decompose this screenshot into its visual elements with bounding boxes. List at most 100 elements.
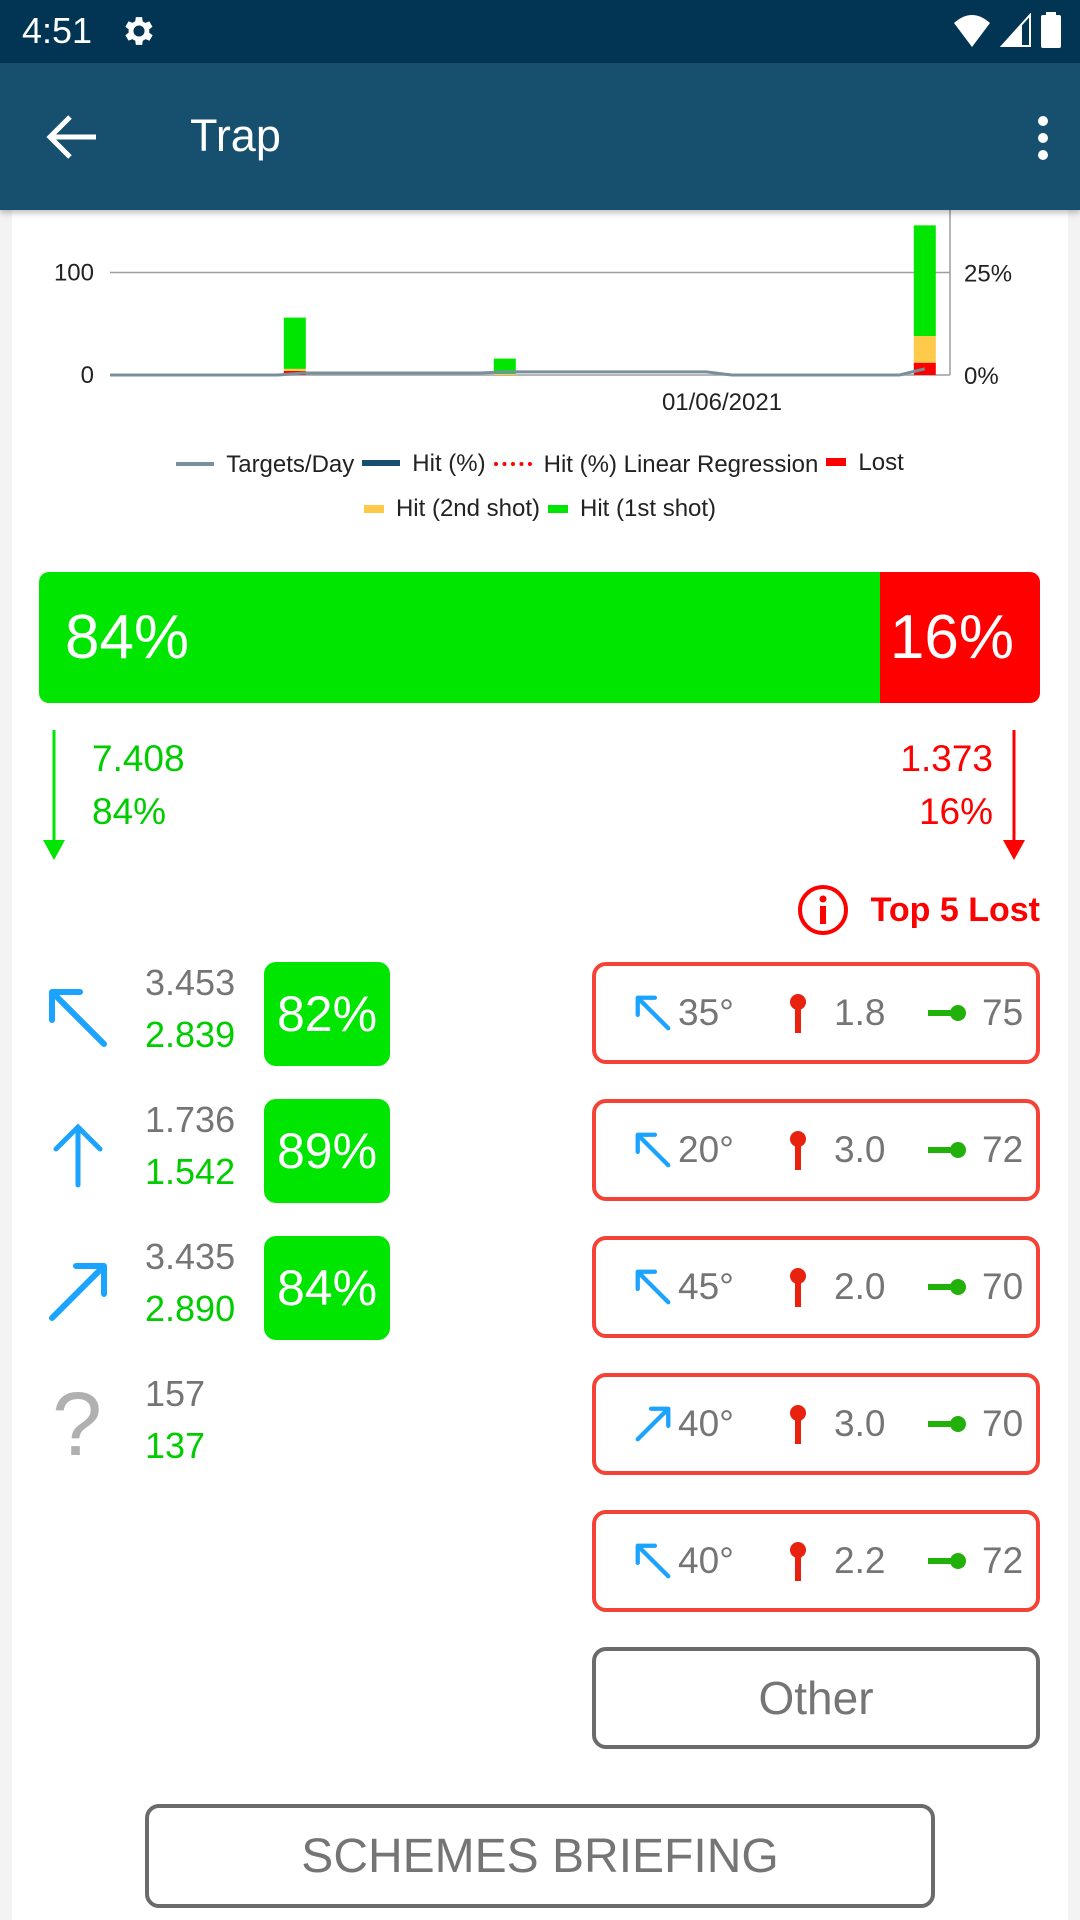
lost-distance: 2.2 [834,1540,886,1581]
direction-total: 157 [145,1373,206,1414]
bar-segment-hit-1st [913,225,936,337]
legend-swatch [176,462,215,466]
direction-hit-pct: 82% [264,962,390,1066]
direction-total: 1.736 [145,1099,236,1140]
lost-angle: 40° [678,1540,734,1581]
legend-label: Hit (%) Linear Regression [543,450,819,478]
lost-speed: 72 [982,1129,1024,1170]
history-chart: 01000%25%50%01/06/2021 Targets/DayHit (%… [12,210,1068,540]
lost-speed: 70 [982,1266,1024,1307]
lost-distance: 3.0 [834,1403,886,1444]
lost-angle: 40° [678,1403,734,1444]
legend-swatch [363,504,384,513]
direction-hit-pct: 89% [264,1099,390,1203]
bar-segment-hit-2nd [283,368,306,371]
top5-lost-label: Top 5 Lost [870,890,1040,929]
x-axis-tick: 01/06/2021 [662,389,782,416]
hit-lost-bar: 84% 16% [39,572,1040,703]
lost-angle: 45° [678,1266,734,1307]
gear-icon [125,17,153,45]
bar-segment-hit-2nd [913,336,936,363]
hit-count-pct: 84% [92,791,167,832]
arrow-up-left-icon [635,1269,671,1305]
lost-item[interactable]: 40° 2.2 72 [592,1510,1040,1612]
direction-hit: 1.542 [145,1151,236,1192]
hit-down-arrow-icon [43,730,65,860]
direction-hit: 137 [145,1425,206,1466]
distance-pin-icon [790,994,806,1033]
right-axis-tick: 0% [964,363,999,390]
direction-hit-pct: 84% [264,1236,390,1340]
hit-summary: 7.408 84% [92,732,185,838]
lost-item[interactable]: 40° 3.0 70 [592,1373,1040,1475]
app-bar: Trap [0,63,1080,210]
hit-percentage-segment: 84% [39,572,880,703]
direction-total: 3.435 [145,1236,236,1277]
arrow-up-right-icon [635,1406,671,1442]
distance-pin-icon [790,1131,806,1170]
speed-icon [928,1005,966,1021]
legend-item: Hit (2nd shot) [363,488,540,529]
distance-pin-icon [790,1542,806,1581]
lost-summary: 1.373 16% [900,732,993,838]
legend-swatch [548,504,569,513]
other-button[interactable]: Other [592,1647,1040,1749]
lost-count-pct: 16% [918,791,993,832]
legend-swatch [362,460,401,466]
content-card: 01000%25%50%01/06/2021 Targets/DayHit (%… [12,210,1068,1920]
chart-svg: 01000%25%50%01/06/2021 [54,210,1012,416]
speed-icon [928,1279,966,1295]
speed-icon [928,1142,966,1158]
lost-distance: 1.8 [834,992,886,1033]
signal-icon [1000,13,1031,47]
legend-label: Hit (1st shot) [580,495,717,522]
arrow-up-left-icon [635,1132,671,1168]
arrow-up-left-icon [635,1543,671,1579]
more-vert-icon[interactable] [1028,113,1058,163]
lost-angle: 35° [678,992,734,1033]
lost-item[interactable]: 45° 2.0 70 [592,1236,1040,1338]
lost-speed: 75 [982,992,1024,1033]
wifi-icon [954,15,990,47]
status-time: 4:51 [22,10,93,51]
legend-label: Targets/Day [226,450,355,478]
left-axis-tick: 0 [81,362,94,389]
top5-lost-header[interactable]: Top 5 Lost [797,884,1040,936]
status-bar: 4:51 [0,0,1080,63]
arrow-up-icon [53,1123,103,1188]
distance-pin-icon [790,1268,806,1307]
lost-distance: 3.0 [834,1129,886,1170]
legend-item: Lost [826,442,904,483]
lost-percentage-segment: 16% [879,572,1040,703]
battery-icon [1041,12,1061,48]
bar-segment-hit-1st [283,317,306,369]
direction-hit: 2.890 [145,1288,236,1329]
distance-pin-icon [790,1405,806,1444]
lost-speed: 70 [982,1403,1024,1444]
arrow-up-right-icon [49,1263,107,1321]
direction-total: 3.453 [145,962,236,1003]
direction-hit: 2.839 [145,1014,236,1055]
legend-item: Hit (1st shot) [548,488,716,529]
arrow-up-left-icon [635,995,671,1031]
question-icon: ? [52,1375,103,1475]
lost-item[interactable]: 20° 3.0 72 [592,1099,1040,1201]
direction-row-unknown: ? 157 137 [12,1373,532,1477]
legend-item: Hit (%) [362,443,486,484]
lost-item[interactable]: 35° 1.8 75 [592,962,1040,1064]
direction-row-right: 3.435 2.890 84% [12,1236,532,1340]
left-axis-tick: 100 [54,260,94,287]
lost-down-arrow-icon [1003,730,1025,860]
schemes-briefing-button[interactable]: SCHEMES BRIEFING [145,1804,935,1908]
info-icon [797,885,848,935]
legend-item: Hit (%) Linear Regression [493,444,819,485]
speed-icon [928,1416,966,1432]
legend-label: Hit (%) [412,449,486,477]
bar-segment-hit-2nd [493,373,516,375]
legend-swatch [493,462,532,466]
back-arrow-icon[interactable] [44,111,100,163]
chart-legend: Targets/Day Hit (%) Hit (%) Linear Regress… [12,438,1068,529]
arrow-up-left-icon [49,989,107,1047]
lost-count: 1.373 [900,738,993,779]
lost-distance: 2.0 [834,1266,886,1307]
